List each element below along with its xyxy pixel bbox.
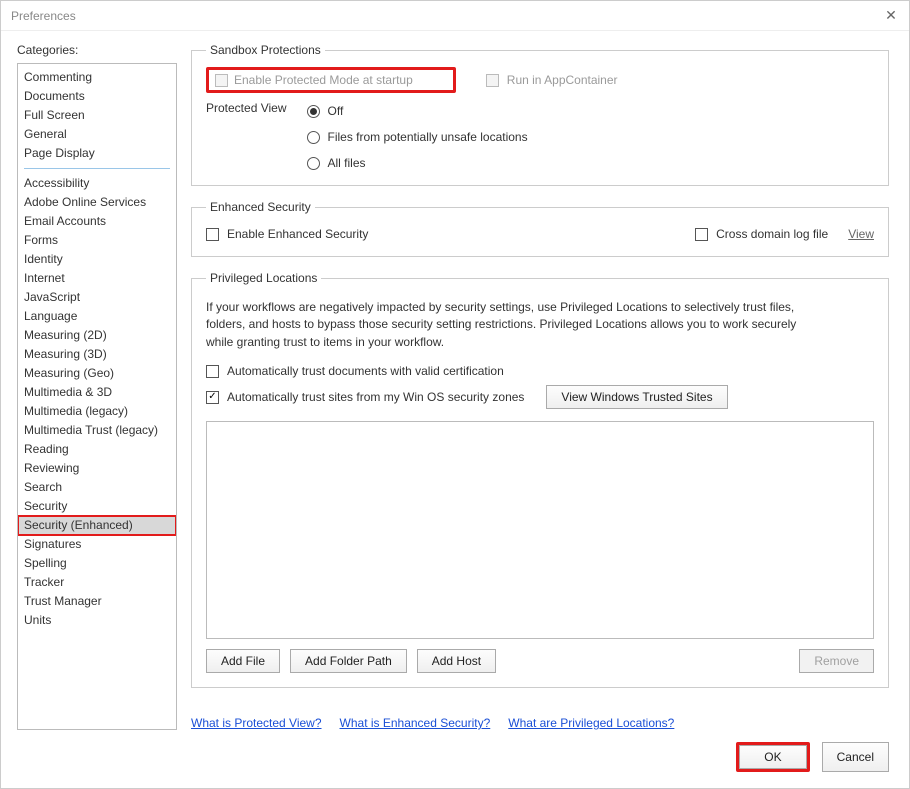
category-item[interactable]: Identity	[18, 250, 176, 269]
category-item[interactable]: Accessibility	[18, 174, 176, 193]
category-item[interactable]: Security (Enhanced)	[18, 516, 176, 535]
category-item[interactable]: Multimedia (legacy)	[18, 402, 176, 421]
category-item[interactable]: Measuring (3D)	[18, 345, 176, 364]
sandbox-legend: Sandbox Protections	[206, 43, 325, 57]
category-item[interactable]: Full Screen	[18, 106, 176, 125]
category-item[interactable]: General	[18, 125, 176, 144]
category-item[interactable]: Email Accounts	[18, 212, 176, 231]
protected-view-off-label: Off	[328, 104, 344, 118]
category-item[interactable]: Adobe Online Services	[18, 193, 176, 212]
categories-label: Categories:	[17, 43, 177, 57]
category-item[interactable]: Forms	[18, 231, 176, 250]
view-windows-trusted-sites-button[interactable]: View Windows Trusted Sites	[546, 385, 727, 409]
ok-button[interactable]: OK	[739, 745, 806, 769]
category-item[interactable]: Security	[18, 497, 176, 516]
what-is-enhanced-security-link[interactable]: What is Enhanced Security?	[340, 716, 491, 730]
categories-list[interactable]: CommentingDocumentsFull ScreenGeneralPag…	[17, 63, 177, 730]
privileged-locations-list[interactable]	[206, 421, 874, 639]
protected-view-unsafe-label: Files from potentially unsafe locations	[328, 130, 528, 144]
remove-button[interactable]: Remove	[799, 649, 874, 673]
category-item[interactable]: Documents	[18, 87, 176, 106]
category-item[interactable]: Units	[18, 611, 176, 630]
category-item[interactable]: Trust Manager	[18, 592, 176, 611]
category-item[interactable]: Tracker	[18, 573, 176, 592]
run-appcontainer-label: Run in AppContainer	[507, 73, 618, 87]
category-item[interactable]: Reading	[18, 440, 176, 459]
category-item[interactable]: JavaScript	[18, 288, 176, 307]
privileged-locations-group: Privileged Locations If your workflows a…	[191, 271, 889, 688]
auto-trust-cert-label: Automatically trust documents with valid…	[227, 364, 504, 378]
enable-protected-mode-highlight: Enable Protected Mode at startup	[206, 67, 456, 93]
add-folder-path-button[interactable]: Add Folder Path	[290, 649, 407, 673]
settings-column: Sandbox Protections Enable Protected Mod…	[191, 43, 893, 730]
auto-trust-winzone-checkbox[interactable]	[206, 391, 219, 404]
protected-view-all-radio[interactable]	[307, 157, 320, 170]
privileged-description: If your workflows are negatively impacte…	[206, 299, 806, 351]
category-item[interactable]: Internet	[18, 269, 176, 288]
titlebar: Preferences ✕	[1, 1, 909, 31]
category-item[interactable]: Reviewing	[18, 459, 176, 478]
protected-view-unsafe-radio[interactable]	[307, 131, 320, 144]
enable-enhanced-security-label: Enable Enhanced Security	[227, 227, 368, 241]
category-item[interactable]: Page Display	[18, 144, 176, 163]
protected-view-all-label: All files	[328, 156, 366, 170]
enhanced-security-group: Enhanced Security Enable Enhanced Securi…	[191, 200, 889, 257]
category-item[interactable]: Language	[18, 307, 176, 326]
what-is-protected-view-link[interactable]: What is Protected View?	[191, 716, 322, 730]
category-item[interactable]: Signatures	[18, 535, 176, 554]
sandbox-protections-group: Sandbox Protections Enable Protected Mod…	[191, 43, 889, 186]
auto-trust-cert-checkbox[interactable]	[206, 365, 219, 378]
help-links: What is Protected View? What is Enhanced…	[191, 716, 889, 730]
close-icon[interactable]: ✕	[881, 7, 901, 24]
preferences-window: Preferences ✕ Categories: CommentingDocu…	[0, 0, 910, 789]
add-host-button[interactable]: Add Host	[417, 649, 496, 673]
category-item[interactable]: Measuring (2D)	[18, 326, 176, 345]
add-file-button[interactable]: Add File	[206, 649, 280, 673]
view-log-link[interactable]: View	[848, 227, 874, 241]
categories-column: Categories: CommentingDocumentsFull Scre…	[17, 43, 177, 730]
enable-protected-mode-label: Enable Protected Mode at startup	[234, 73, 413, 87]
category-item[interactable]: Commenting	[18, 68, 176, 87]
enable-enhanced-security-checkbox[interactable]	[206, 228, 219, 241]
auto-trust-winzone-label: Automatically trust sites from my Win OS…	[227, 390, 524, 404]
privileged-legend: Privileged Locations	[206, 271, 321, 285]
protected-view-off-radio[interactable]	[307, 105, 320, 118]
category-separator	[24, 168, 170, 169]
category-item[interactable]: Multimedia & 3D	[18, 383, 176, 402]
protected-view-label: Protected View	[206, 101, 287, 173]
ok-button-highlight: OK	[736, 742, 809, 772]
cross-domain-log-label: Cross domain log file	[716, 227, 828, 241]
dialog-footer: OK Cancel	[1, 730, 909, 788]
run-appcontainer-checkbox[interactable]	[486, 74, 499, 87]
cancel-button[interactable]: Cancel	[822, 742, 889, 772]
category-item[interactable]: Search	[18, 478, 176, 497]
what-are-privileged-locations-link[interactable]: What are Privileged Locations?	[508, 716, 674, 730]
enable-protected-mode-checkbox[interactable]	[215, 74, 228, 87]
window-title: Preferences	[11, 9, 76, 23]
category-item[interactable]: Multimedia Trust (legacy)	[18, 421, 176, 440]
category-item[interactable]: Measuring (Geo)	[18, 364, 176, 383]
cross-domain-log-checkbox[interactable]	[695, 228, 708, 241]
enhanced-legend: Enhanced Security	[206, 200, 315, 214]
category-item[interactable]: Spelling	[18, 554, 176, 573]
content-area: Categories: CommentingDocumentsFull Scre…	[1, 31, 909, 730]
